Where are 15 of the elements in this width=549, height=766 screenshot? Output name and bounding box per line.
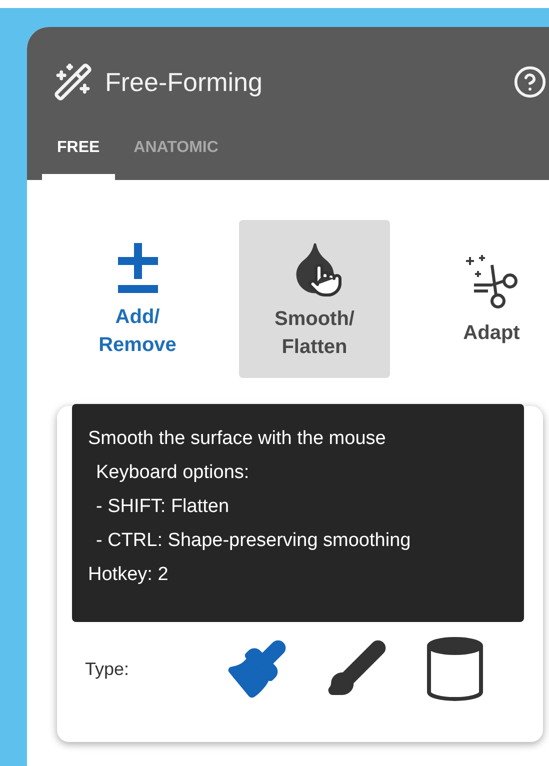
tooltip-text: Hotkey: 2: [88, 563, 170, 587]
tooltip-text: - CTRL: Shape-preserving smoothing: [95, 529, 412, 553]
tooltip-text: Smooth the surface with the mouse: [88, 427, 387, 451]
help-icon[interactable]: [513, 65, 547, 99]
magic-wand-icon: [53, 62, 93, 102]
hand-cursor-icon: [307, 262, 343, 298]
tooltip-text: - SHIFT: Flatten: [95, 495, 230, 519]
tooltip-text: Keyboard options:: [95, 461, 250, 485]
panel-title: Free-Forming: [105, 66, 262, 98]
tool-button[interactable]: Add/ Remove: [62, 220, 213, 378]
tool-button[interactable]: Smooth/ Flatten: [239, 220, 390, 378]
tab[interactable]: FREE: [42, 130, 115, 180]
tool-button[interactable]: Adapt: [416, 220, 549, 378]
type-label: Type:: [85, 658, 130, 681]
cylinder-icon[interactable]: [425, 636, 485, 702]
